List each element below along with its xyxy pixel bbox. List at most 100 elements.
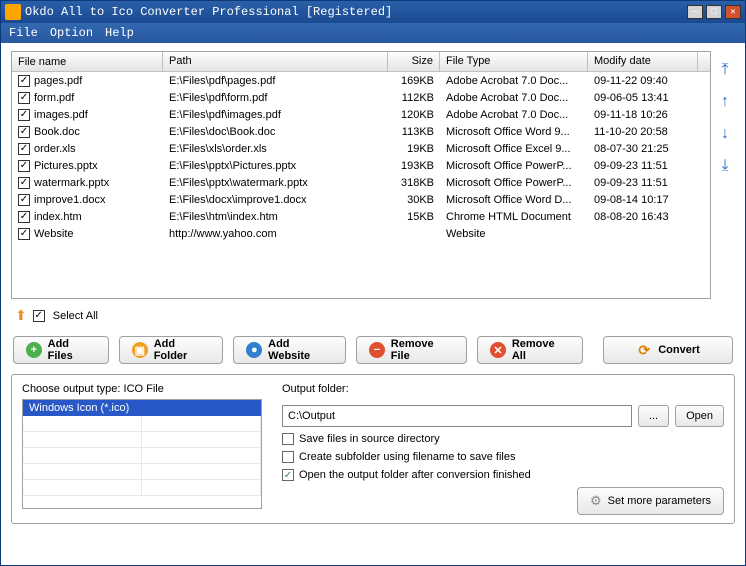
file-path: E:\Files\pdf\images.pdf [163, 108, 388, 122]
row-checkbox[interactable]: ✓ [18, 126, 30, 138]
convert-label: Convert [658, 344, 700, 356]
file-name: pages.pdf [34, 75, 82, 87]
file-path: http://www.yahoo.com [163, 227, 388, 241]
file-path: E:\Files\pptx\watermark.pptx [163, 176, 388, 190]
move-top-icon[interactable]: ⤒ [721, 61, 728, 79]
row-checkbox[interactable]: ✓ [18, 109, 30, 121]
row-checkbox[interactable]: ✓ [18, 194, 30, 206]
file-name: index.htm [34, 211, 82, 223]
up-arrow-icon: ⬆ [15, 307, 27, 324]
add-website-button[interactable]: ● Add Website [233, 336, 346, 364]
menubar: File Option Help [1, 23, 745, 43]
file-path: E:\Files\pdf\pages.pdf [163, 74, 388, 88]
col-header-name[interactable]: File name [12, 52, 163, 71]
file-date: 09-09-23 11:51 [588, 159, 698, 173]
set-more-parameters-button[interactable]: ⚙ Set more parameters [577, 487, 724, 515]
file-type: Microsoft Office Word 9... [440, 125, 588, 139]
file-name: order.xls [34, 143, 76, 155]
table-row[interactable]: ✓images.pdfE:\Files\pdf\images.pdf120KBA… [12, 106, 710, 123]
table-row[interactable]: ✓Book.docE:\Files\doc\Book.doc113KBMicro… [12, 123, 710, 140]
list-header: File name Path Size File Type Modify dat… [12, 52, 710, 72]
output-type-option[interactable]: Windows Icon (*.ico) [23, 400, 261, 416]
table-row[interactable]: ✓form.pdfE:\Files\pdf\form.pdf112KBAdobe… [12, 89, 710, 106]
output-folder-label: Output folder: [282, 383, 724, 395]
file-type: Microsoft Office PowerP... [440, 159, 588, 173]
file-size: 193KB [388, 159, 440, 173]
table-row[interactable]: ✓index.htmE:\Files\htm\index.htm15KBChro… [12, 208, 710, 225]
table-row[interactable]: ✓order.xlsE:\Files\xls\order.xls19KBMicr… [12, 140, 710, 157]
file-type: Website [440, 227, 588, 241]
file-name: Book.doc [34, 126, 80, 138]
remove-file-label: Remove File [391, 338, 454, 362]
plus-icon: + [26, 342, 42, 358]
select-all-checkbox[interactable]: ✓ [33, 310, 45, 322]
row-checkbox[interactable]: ✓ [18, 177, 30, 189]
close-button[interactable]: ✕ [725, 5, 741, 19]
table-row[interactable]: ✓Websitehttp://www.yahoo.comWebsite [12, 225, 710, 242]
list-area: File name Path Size File Type Modify dat… [11, 51, 735, 299]
file-list[interactable]: File name Path Size File Type Modify dat… [11, 51, 711, 299]
bottom-panel: Choose output type: ICO File Windows Ico… [11, 374, 735, 524]
add-folder-button[interactable]: ▣ Add Folder [119, 336, 223, 364]
browse-button[interactable]: ... [638, 405, 669, 427]
file-date [588, 233, 698, 235]
save-in-source-label: Save files in source directory [299, 433, 440, 445]
table-row[interactable]: ✓ watermark.pptx E:\Files\pptx\watermark.p… [12, 174, 710, 191]
file-date: 09-06-05 13:41 [588, 91, 698, 105]
convert-icon: ⟳ [636, 342, 652, 358]
globe-icon: ● [246, 342, 262, 358]
create-subfolder-checkbox[interactable] [282, 451, 294, 463]
remove-file-button[interactable]: − Remove File [356, 336, 467, 364]
file-path: E:\Files\pptx\Pictures.pptx [163, 159, 388, 173]
output-type-list[interactable]: Windows Icon (*.ico) [22, 399, 262, 509]
titlebar[interactable]: Okdo All to Ico Converter Professional [… [1, 1, 745, 23]
file-size: 113KB [388, 125, 440, 139]
file-size: 318KB [388, 176, 440, 190]
row-checkbox[interactable]: ✓ [18, 92, 30, 104]
move-down-icon[interactable]: ↓ [721, 125, 729, 143]
row-checkbox[interactable]: ✓ [18, 211, 30, 223]
file-name: form.pdf [34, 92, 74, 104]
menu-option[interactable]: Option [50, 26, 93, 40]
output-folder-panel: Output folder: ... Open Save files in so… [282, 383, 724, 513]
output-folder-input[interactable] [282, 405, 632, 427]
table-row[interactable]: ✓pages.pdfE:\Files\pdf\pages.pdf169KBAdo… [12, 72, 710, 89]
menu-file[interactable]: File [9, 26, 38, 40]
col-header-path[interactable]: Path [163, 52, 388, 71]
open-after-checkbox[interactable]: ✓ [282, 469, 294, 481]
convert-button[interactable]: ⟳ Convert [603, 336, 733, 364]
output-type-panel: Choose output type: ICO File Windows Ico… [22, 383, 262, 513]
file-path: E:\Files\htm\index.htm [163, 210, 388, 224]
table-row[interactable]: ✓Pictures.pptxE:\Files\pptx\Pictures.ppt… [12, 157, 710, 174]
menu-help[interactable]: Help [105, 26, 134, 40]
x-icon: ✕ [490, 342, 506, 358]
table-row[interactable]: ✓improve1.docxE:\Files\docx\improve1.doc… [12, 191, 710, 208]
add-website-label: Add Website [268, 338, 333, 362]
file-name: watermark.pptx [34, 177, 109, 189]
open-button[interactable]: Open [675, 405, 724, 427]
file-size [388, 233, 440, 235]
file-type: Microsoft Office Excel 9... [440, 142, 588, 156]
file-date: 08-07-30 21:25 [588, 142, 698, 156]
minimize-button[interactable]: ─ [687, 5, 703, 19]
col-header-date[interactable]: Modify date [588, 52, 698, 71]
row-checkbox[interactable]: ✓ [18, 160, 30, 172]
remove-all-button[interactable]: ✕ Remove All [477, 336, 583, 364]
move-bottom-icon[interactable]: ⤓ [721, 157, 728, 175]
file-path: E:\Files\pdf\form.pdf [163, 91, 388, 105]
row-checkbox[interactable]: ✓ [18, 143, 30, 155]
file-size: 169KB [388, 74, 440, 88]
move-up-icon[interactable]: ↑ [721, 93, 729, 111]
add-files-button[interactable]: + Add Files [13, 336, 109, 364]
row-checkbox[interactable]: ✓ [18, 75, 30, 87]
col-header-size[interactable]: Size [388, 52, 440, 71]
file-type: Microsoft Office PowerP... [440, 176, 588, 190]
col-header-type[interactable]: File Type [440, 52, 588, 71]
file-size: 30KB [388, 193, 440, 207]
main-window: Okdo All to Ico Converter Professional [… [0, 0, 746, 566]
content-area: File name Path Size File Type Modify dat… [1, 43, 745, 565]
file-date: 09-08-14 10:17 [588, 193, 698, 207]
maximize-button[interactable]: □ [706, 5, 722, 19]
save-in-source-checkbox[interactable] [282, 433, 294, 445]
row-checkbox[interactable]: ✓ [18, 228, 30, 240]
